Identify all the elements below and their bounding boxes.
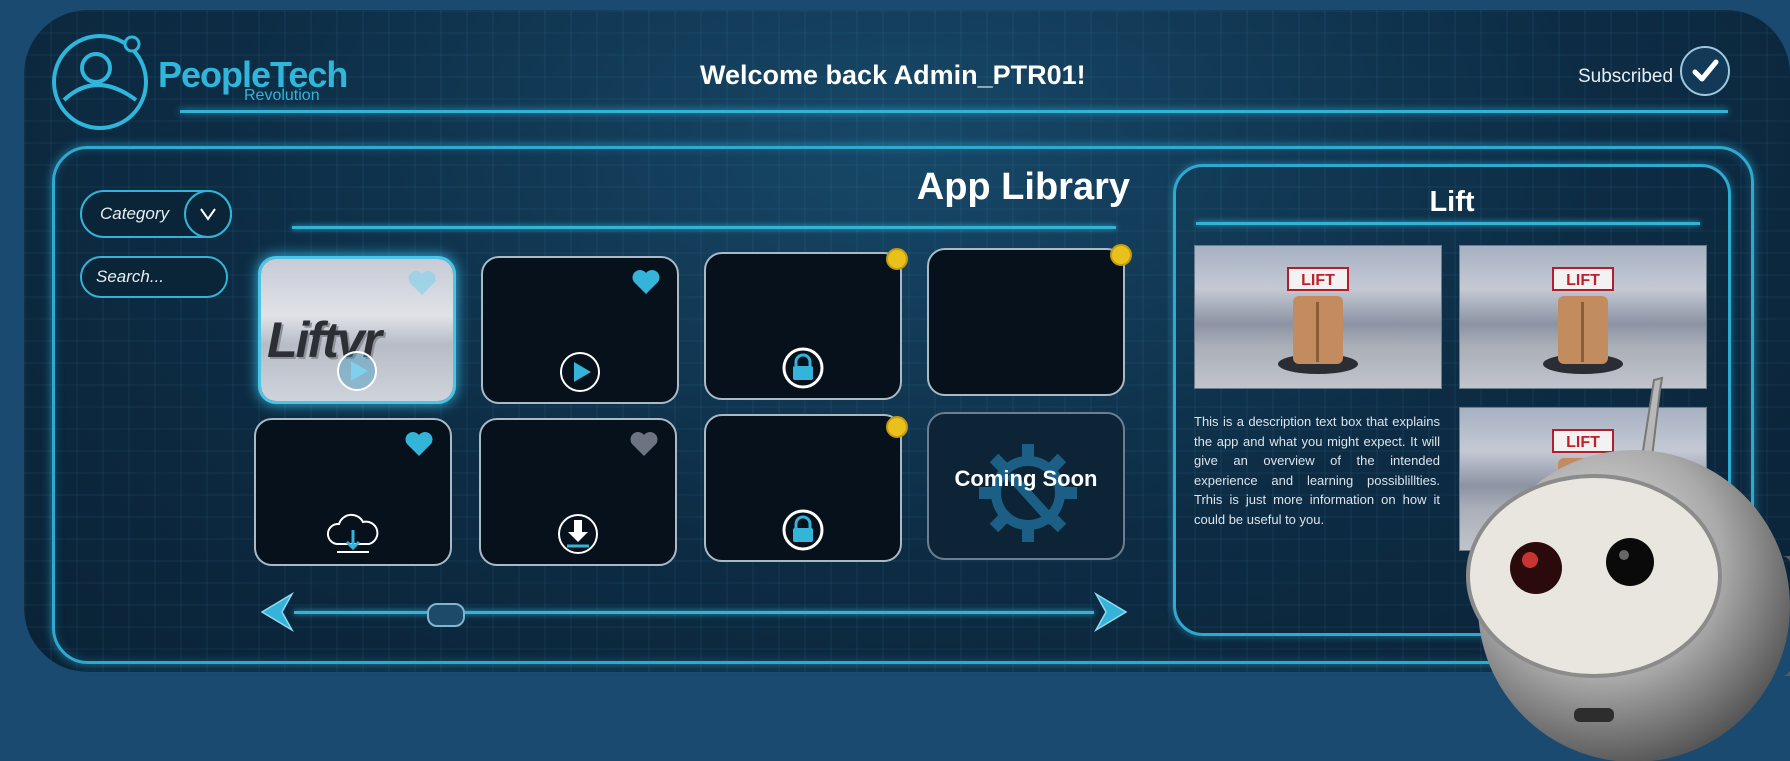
- search-input[interactable]: [80, 256, 228, 298]
- app-description: This is a description text box that expl…: [1194, 414, 1440, 527]
- app-tile[interactable]: [927, 248, 1125, 396]
- category-dropdown[interactable]: Category: [80, 190, 232, 238]
- svg-text:LIFT: LIFT: [1566, 272, 1600, 289]
- app-tile-coming-soon: Coming Soon: [927, 412, 1125, 560]
- category-label: Category: [100, 204, 169, 223]
- app-tile[interactable]: [254, 418, 452, 566]
- lift-scene-image: LIFT: [1543, 267, 1623, 374]
- brand-subtitle: Revolution: [244, 87, 320, 104]
- subscribed-check-icon[interactable]: [1680, 46, 1730, 96]
- arrow-right-icon[interactable]: [1094, 592, 1128, 632]
- library-scrollbar-thumb[interactable]: [427, 603, 466, 627]
- lock-icon: [782, 347, 824, 389]
- notification-dot: [886, 248, 908, 270]
- detail-title: Lift: [1429, 186, 1475, 218]
- lock-icon: [782, 509, 824, 551]
- app-tile-liftvr[interactable]: Liftvr: [258, 256, 456, 404]
- library-divider: [292, 226, 1116, 229]
- heart-icon[interactable]: [629, 430, 659, 458]
- app-tile[interactable]: [704, 252, 902, 400]
- heart-icon[interactable]: [404, 430, 434, 458]
- svg-text:LIFT: LIFT: [1301, 272, 1335, 289]
- lift-scene-image: LIFT: [1278, 267, 1358, 374]
- play-icon[interactable]: [335, 349, 379, 393]
- library-title: App Library: [916, 166, 1130, 208]
- subscription-status: Subscribed: [1578, 66, 1674, 87]
- robot-mascot-image: [1466, 376, 1790, 761]
- notification-dot: [886, 416, 908, 438]
- screenshot-thumbnail[interactable]: LIFT: [1194, 245, 1442, 389]
- heart-icon[interactable]: [407, 269, 437, 297]
- play-icon[interactable]: [558, 350, 602, 394]
- welcome-message: Welcome back Admin_PTR01!: [700, 60, 1086, 90]
- coming-soon-label: Coming Soon: [954, 466, 1098, 491]
- screenshot-thumbnail[interactable]: LIFT: [1459, 245, 1707, 389]
- heart-icon[interactable]: [631, 268, 661, 296]
- notification-dot: [1110, 244, 1132, 266]
- logo-icon: [52, 34, 148, 130]
- library-scrollbar-track[interactable]: [294, 611, 1094, 614]
- app-tile[interactable]: [479, 418, 677, 566]
- app-tile[interactable]: [704, 414, 902, 562]
- cloud-download-icon[interactable]: [323, 512, 383, 556]
- chevron-down-icon[interactable]: [184, 190, 232, 238]
- arrow-left-icon[interactable]: [260, 592, 294, 632]
- detail-divider: [1196, 222, 1700, 225]
- app-tile[interactable]: [481, 256, 679, 404]
- gear-wrench-icon: [979, 444, 1077, 542]
- download-icon[interactable]: [556, 512, 600, 556]
- header-divider: [180, 110, 1728, 113]
